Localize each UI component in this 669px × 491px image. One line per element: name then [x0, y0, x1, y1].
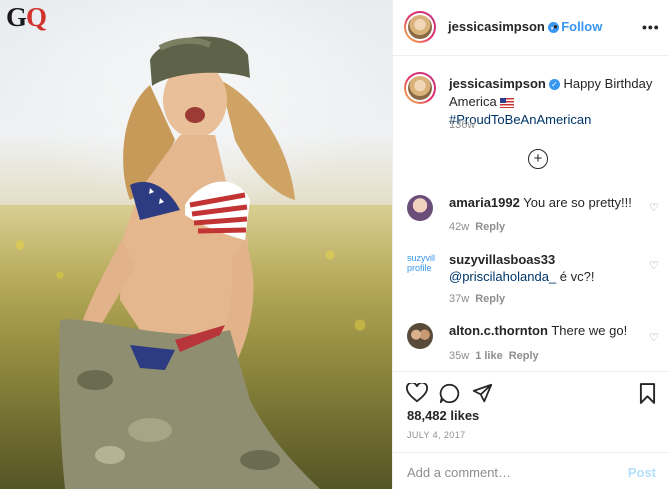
comment-like-heart-icon[interactable]: ♡: [649, 331, 659, 344]
reply-button[interactable]: Reply: [509, 350, 539, 362]
comment-like-heart-icon[interactable]: ♡: [649, 201, 659, 214]
comment-input[interactable]: Add a comment…: [407, 465, 511, 480]
comment-username[interactable]: amaria1992: [449, 195, 520, 210]
share-send-icon[interactable]: [472, 383, 493, 404]
verified-badge-icon: ✓: [548, 79, 560, 91]
comment-meta: 37w Reply: [449, 293, 506, 305]
add-comment-bar: Add a comment… Post: [393, 452, 669, 491]
us-flag-icon: [499, 97, 514, 108]
comment-mention[interactable]: @priscilaholanda_: [449, 269, 556, 284]
comment-bubble-icon[interactable]: [439, 383, 460, 404]
avatar-image: [408, 15, 432, 39]
comment-meta: 42w Reply: [449, 221, 506, 233]
comment-meta: 35w 1 like Reply: [449, 350, 539, 362]
reply-button[interactable]: Reply: [475, 221, 505, 233]
save-bookmark-icon[interactable]: [639, 383, 656, 404]
comment-avatar-broken[interactable]: suzyvillasboas33's profile picture: [407, 253, 435, 275]
caption-username[interactable]: jessicasimpson: [449, 76, 546, 91]
load-more-comments-icon[interactable]: +: [528, 149, 548, 169]
follow-button[interactable]: • Follow: [553, 19, 602, 34]
comment-like-count[interactable]: 1 like: [475, 350, 503, 362]
post-button[interactable]: Post: [628, 465, 656, 480]
comment-username[interactable]: suzyvillasboas33: [449, 252, 555, 267]
comment-like-heart-icon[interactable]: ♡: [649, 259, 659, 272]
comment-text: alton.c.thornton There we go!: [449, 323, 628, 338]
caption-age: 136w: [449, 119, 476, 131]
post-caption: jessicasimpson ✓ Happy Birthday America#P…: [449, 75, 659, 129]
comment-username[interactable]: alton.c.thornton: [449, 323, 548, 338]
comment-text: amaria1992 You are so pretty!!!: [449, 195, 632, 210]
header-username[interactable]: jessicasimpson ✓: [448, 19, 559, 34]
post-actions: 88,482 likes JULY 4, 2017 Add a comment……: [393, 371, 669, 490]
more-options-icon[interactable]: •••: [642, 19, 660, 35]
post-photo[interactable]: GQ: [0, 0, 392, 489]
avatar[interactable]: [404, 11, 436, 43]
post-header: jessicasimpson ✓ • Follow •••: [393, 0, 669, 56]
caption-avatar[interactable]: [404, 72, 436, 104]
comment-text: suzyvillasboas33 @priscilaholanda_ é vc?…: [449, 252, 595, 284]
post-sidebar: jessicasimpson ✓ • Follow ••• jessicasimp…: [392, 0, 669, 489]
reply-button[interactable]: Reply: [475, 293, 505, 305]
post-date: JULY 4, 2017: [407, 430, 466, 440]
gq-logo: GQ: [6, 2, 47, 32]
comment-avatar[interactable]: [407, 323, 433, 349]
comment-avatar[interactable]: [407, 195, 433, 221]
person-figure: [59, 36, 321, 489]
like-heart-icon[interactable]: [406, 383, 428, 403]
like-count[interactable]: 88,482 likes: [407, 408, 479, 423]
